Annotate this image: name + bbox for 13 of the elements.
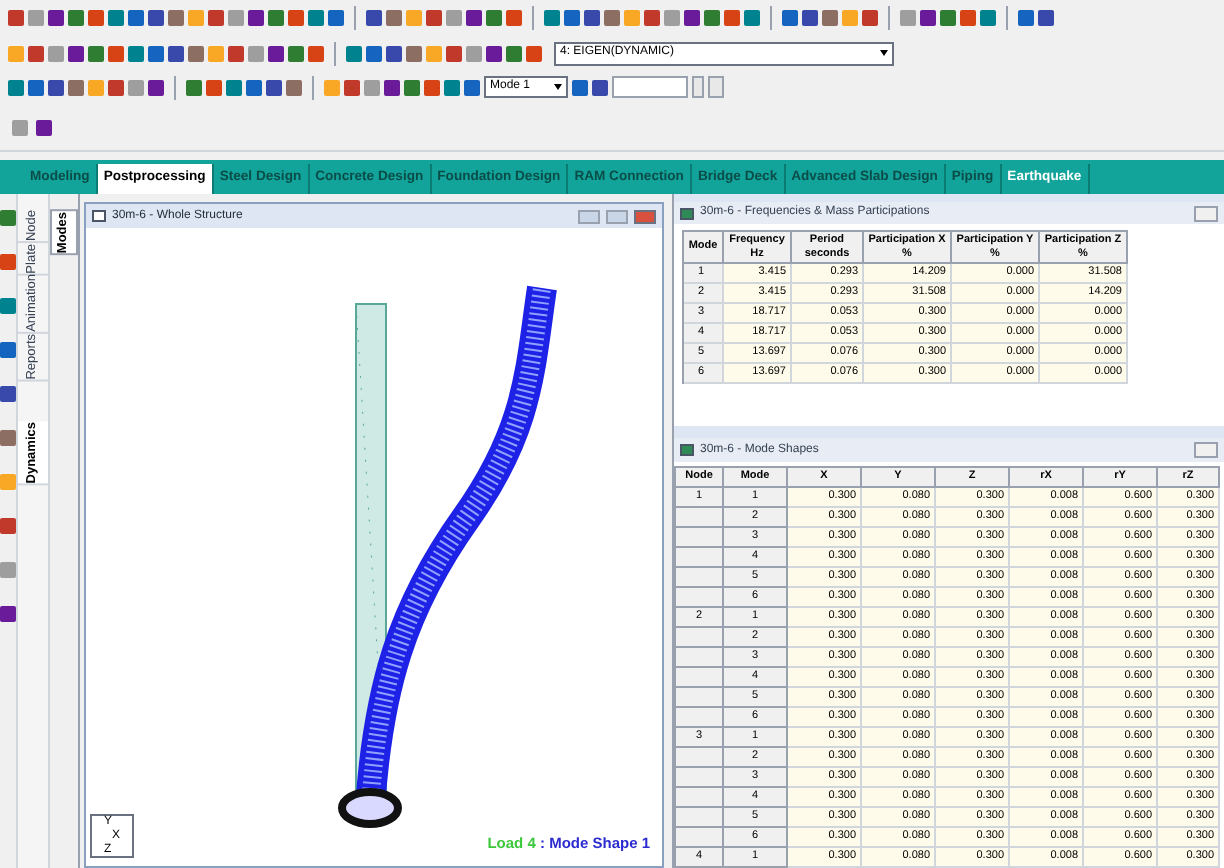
table-icon	[680, 207, 694, 219]
apply-button[interactable]	[708, 76, 724, 98]
maximize-button[interactable]	[606, 209, 628, 223]
value-input-field[interactable]	[612, 76, 688, 98]
minimize-button[interactable]	[578, 209, 600, 223]
caret-icon	[554, 84, 562, 90]
caret-icon	[880, 50, 888, 56]
table-icon	[680, 444, 694, 456]
restore-button[interactable]	[1194, 442, 1218, 458]
restore-button[interactable]	[1194, 205, 1218, 221]
window-icon	[92, 210, 106, 222]
close-button[interactable]	[634, 209, 656, 223]
spinner-control[interactable]	[692, 76, 704, 98]
